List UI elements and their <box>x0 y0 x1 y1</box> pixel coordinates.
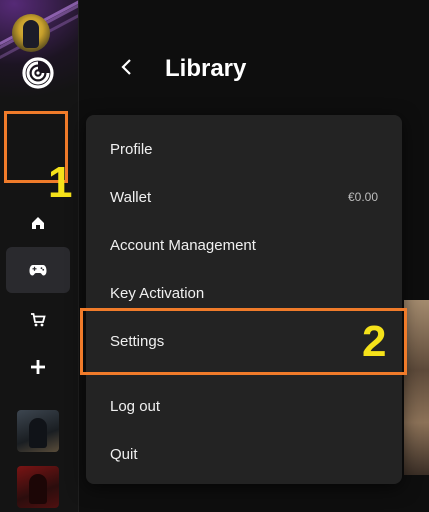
settings-highlight-box <box>80 308 407 375</box>
menu-item-wallet[interactable]: Wallet €0.00 <box>86 177 402 217</box>
wallet-balance: €0.00 <box>347 190 378 204</box>
game-cover-2[interactable] <box>17 466 59 508</box>
step-number-1: 1 <box>48 158 73 207</box>
sidebar-item-games[interactable] <box>6 247 70 293</box>
step-number-2: 2 <box>362 317 387 366</box>
menu-item-label: Quit <box>110 445 138 463</box>
menu-item-quit[interactable]: Quit <box>86 434 402 474</box>
menu-item-label: Log out <box>110 397 161 415</box>
sidebar-item-store[interactable] <box>6 297 70 343</box>
background-game-art <box>404 300 429 475</box>
back-chevron-icon[interactable] <box>117 57 137 77</box>
page-title: Library <box>165 55 247 82</box>
gamepad-icon <box>29 265 47 276</box>
cart-icon <box>31 313 46 327</box>
menu-item-label: Key Activation <box>110 284 205 302</box>
sidebar-divider <box>78 0 79 512</box>
sidebar-item-add-game[interactable] <box>6 344 70 390</box>
plus-icon <box>31 360 45 374</box>
game-cover-1[interactable] <box>17 410 59 452</box>
avatar-figure <box>23 20 39 48</box>
menu-item-log-out[interactable]: Log out <box>86 386 402 426</box>
account-dropdown-menu: Profile Wallet €0.00 Account Management … <box>86 115 402 484</box>
menu-item-key-activation[interactable]: Key Activation <box>86 273 402 313</box>
game-cover-art <box>29 474 47 504</box>
menu-item-profile[interactable]: Profile <box>86 129 402 169</box>
avatar[interactable] <box>12 14 50 52</box>
menu-item-label: Wallet <box>110 188 152 206</box>
menu-item-account-management[interactable]: Account Management <box>86 225 402 265</box>
ubisoft-logo-icon[interactable] <box>20 55 56 91</box>
game-cover-art <box>29 418 47 448</box>
menu-item-label: Profile <box>110 140 153 158</box>
home-icon <box>32 217 44 229</box>
sidebar <box>0 0 78 512</box>
menu-item-label: Account Management <box>110 236 256 254</box>
